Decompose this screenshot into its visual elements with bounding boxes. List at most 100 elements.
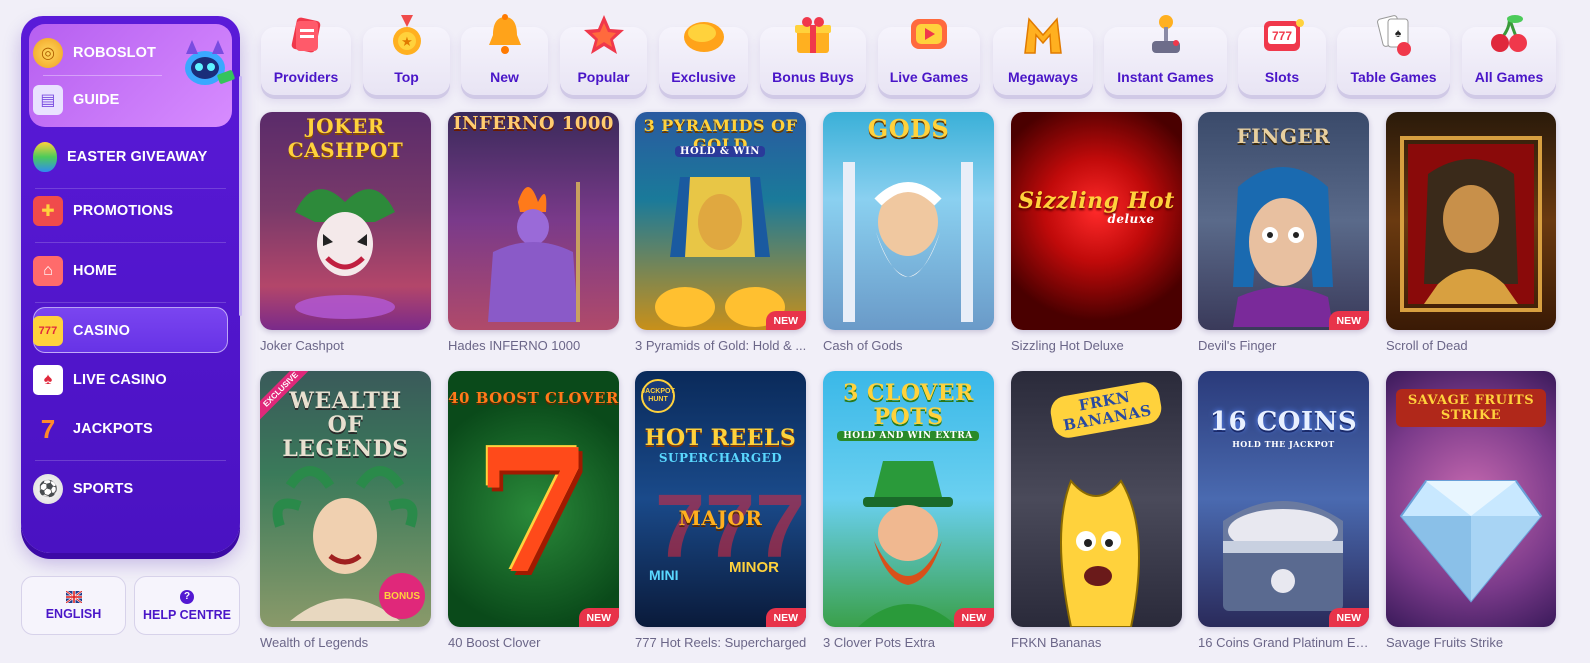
game-tile-savage-fruits-strike[interactable]: SAVAGE FRUITS STRIKE — [1386, 371, 1556, 627]
category-label: All Games — [1474, 69, 1544, 85]
sidebar-item-jackpots[interactable]: 7 JACKPOTS — [33, 414, 153, 444]
sidebar-item-guide[interactable]: ▤ GUIDE — [33, 85, 119, 115]
game-tile-3-clover-pots-extra[interactable]: 3 CLOVER POTS HOLD AND WIN EXTRA NEW — [823, 371, 994, 627]
game-tile-777-hot-reels-supercharged[interactable]: JACKPOT HUNT HOT REELS SUPERCHARGED 777 … — [635, 371, 806, 627]
new-badge: NEW — [765, 608, 806, 627]
category-slots[interactable]: 777 Slots — [1238, 19, 1326, 95]
game-art-title: Sizzling Hot — [1018, 188, 1175, 214]
game-name: 40 Boost Clover — [448, 635, 541, 650]
sidebar-item-promotions[interactable]: ✚ PROMOTIONS — [33, 196, 173, 226]
game-tile-3-pyramids-of-gold[interactable]: 3 PYRAMIDS OF GOLD HOLD & WIN NEW — [635, 112, 806, 330]
slot-machine-icon: 777 — [33, 316, 63, 346]
category-popular[interactable]: Popular — [560, 15, 647, 95]
sidebar-item-label: GUIDE — [73, 92, 120, 108]
sidebar-item-roboslot[interactable]: ◎ ROBOSLOT — [33, 38, 156, 68]
robot-mascot-icon — [185, 40, 235, 85]
game-tile-hades-inferno-1000[interactable]: INFERNO 1000 — [448, 112, 619, 330]
game-tile-devils-finger[interactable]: FINGER NEW — [1198, 112, 1369, 330]
category-live-games[interactable]: Live Games — [878, 19, 980, 95]
sidebar-item-sports[interactable]: ⚽ SPORTS — [33, 474, 133, 504]
game-tile-joker-cashpot[interactable]: JOKER CASHPOT — [260, 112, 431, 330]
pharaoh-art-icon — [655, 177, 785, 327]
svg-text:♠: ♠ — [1394, 26, 1401, 40]
category-label: Popular — [577, 69, 630, 85]
game-tile-wealth-of-legends[interactable]: EXCLUSIVE WEALTH OF LEGENDS BONUS — [260, 371, 431, 627]
category-providers[interactable]: Providers — [261, 17, 351, 95]
help-centre-button[interactable]: ? HELP CENTRE — [134, 576, 240, 635]
sidebar-item-label: HOME — [73, 263, 117, 279]
leprechaun-art-icon — [858, 461, 958, 627]
game-name: Joker Cashpot — [260, 338, 344, 353]
game-tile-scroll-of-dead[interactable] — [1386, 112, 1556, 330]
new-badge: NEW — [1328, 608, 1369, 627]
divider — [43, 75, 162, 76]
megaways-m-icon — [1024, 17, 1062, 54]
category-instant-games[interactable]: Instant Games — [1104, 15, 1227, 95]
banana-art-icon — [1060, 479, 1140, 627]
sidebar-item-label: ROBOSLOT — [73, 45, 156, 61]
game-art-subtitle: deluxe — [1107, 212, 1155, 226]
game-art-title: 16 COINS — [1209, 407, 1358, 437]
sidebar-item-casino[interactable]: 777 CASINO — [33, 316, 130, 346]
game-name: 3 Pyramids of Gold: Hold & ... — [635, 338, 807, 353]
playing-cards-icon: ♠ — [1376, 15, 1411, 56]
game-tile-16-coins-grand-platinum[interactable]: 16 COINS HOLD THE JACKPOT NEW — [1198, 371, 1369, 627]
game-name: Hades INFERNO 1000 — [448, 338, 581, 353]
game-art-title: GODS — [867, 114, 950, 143]
new-badge: NEW — [953, 608, 994, 627]
category-megaways[interactable]: Megaways — [993, 17, 1093, 95]
game-tile-sizzling-hot-deluxe[interactable]: Sizzling Hot deluxe — [1011, 112, 1182, 330]
game-art-title: JOKER CASHPOT — [287, 114, 404, 162]
cards-chip-icon: ♠ — [33, 365, 63, 395]
category-label: Top — [394, 69, 419, 85]
joker-art-icon — [295, 189, 395, 319]
category-label: Exclusive — [671, 69, 736, 85]
category-bonus-buys[interactable]: Bonus Buys — [760, 17, 866, 95]
category-exclusive[interactable]: Exclusive — [659, 22, 748, 95]
svg-text:777: 777 — [1272, 29, 1292, 43]
category-all-games[interactable]: All Games — [1462, 15, 1556, 95]
category-table-games[interactable]: ♠ Table Games — [1337, 15, 1450, 95]
category-label: Providers — [273, 69, 339, 85]
category-top[interactable]: ★ Top — [363, 15, 450, 95]
sidebar-item-label: LIVE CASINO — [73, 372, 167, 388]
roboslot-coin-icon: ◎ — [33, 38, 63, 68]
game-tile-frkn-bananas[interactable]: FRKN BANANAS — [1011, 371, 1182, 627]
game-art-title: 3 CLOVER POTS — [843, 380, 974, 430]
guide-scroll-icon: ▤ — [33, 85, 63, 115]
home-icon: ⌂ — [33, 256, 63, 286]
bell-icon — [488, 14, 521, 54]
seven-art-icon: 7 — [474, 412, 593, 612]
hades-art-icon — [488, 182, 580, 322]
game-name: 3 Clover Pots Extra — [823, 635, 935, 650]
game-art-title: 40 BOOST CLOVER — [448, 389, 619, 407]
gift-box-icon — [795, 17, 831, 53]
gem-icon — [683, 22, 724, 52]
game-name: FRKN Bananas — [1011, 635, 1102, 650]
game-art-title: FINGER — [1236, 124, 1331, 148]
category-new[interactable]: New — [461, 14, 548, 95]
joystick-icon — [1151, 15, 1180, 53]
game-name: Cash of Gods — [823, 338, 903, 353]
category-label: Bonus Buys — [772, 69, 854, 85]
language-button[interactable]: ENGLISH — [21, 576, 126, 635]
sidebar-item-home[interactable]: ⌂ HOME — [33, 256, 117, 286]
game-tile-cash-of-gods[interactable]: GODS — [823, 112, 994, 330]
star-fire-icon — [583, 15, 624, 54]
svg-text:★: ★ — [401, 34, 413, 49]
seven-icon: 7 — [40, 413, 56, 444]
game-art-subtitle: SUPERCHARGED — [658, 451, 783, 465]
category-label: Slots — [1264, 69, 1300, 85]
game-tile-40-boost-clover[interactable]: 40 BOOST CLOVER 7 NEW — [448, 371, 619, 627]
sidebar-item-live-casino[interactable]: ♠ LIVE CASINO — [33, 365, 167, 395]
new-badge: NEW — [578, 608, 619, 627]
new-badge: NEW — [1328, 311, 1369, 330]
cleopatra-art-icon — [1400, 136, 1542, 312]
treasure-chest-art-icon — [1223, 501, 1343, 611]
game-art-title: WEALTH OF LEGENDS — [282, 388, 409, 462]
sidebar: ◎ ROBOSLOT ▤ GUIDE EASTER GIVEAWAY ✚ PRO… — [21, 16, 242, 553]
category-label: New — [490, 69, 519, 85]
help-label: HELP CENTRE — [143, 607, 231, 622]
gift-icon: ✚ — [33, 196, 63, 226]
sidebar-item-easter-giveaway[interactable]: EASTER GIVEAWAY — [33, 142, 207, 172]
